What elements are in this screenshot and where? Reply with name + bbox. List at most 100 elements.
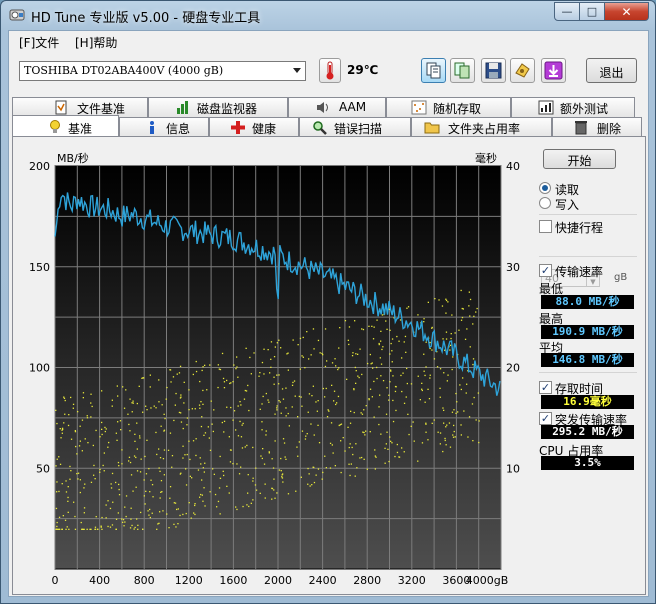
- access-time-point: [56, 422, 58, 425]
- access-time-point: [429, 374, 431, 376]
- access-time-point: [66, 526, 68, 528]
- access-time-point: [226, 406, 228, 408]
- access-time-point: [378, 406, 380, 408]
- access-time-point: [242, 422, 244, 425]
- access-time-point: [327, 409, 329, 411]
- access-time-point: [353, 389, 355, 391]
- access-time-point: [463, 410, 465, 412]
- transfer-rate-checkbox[interactable]: ✓: [539, 264, 552, 277]
- title-bar[interactable]: HD Tune 专业版 v5.00 - 硬盘专业工具 — □ ✕: [1, 1, 655, 29]
- access-time-point: [421, 442, 424, 444]
- access-time-point: [223, 420, 226, 422]
- maximize-button[interactable]: □: [580, 2, 605, 21]
- access-time-point: [407, 413, 409, 415]
- access-time-point: [319, 352, 321, 354]
- access-time-point: [247, 384, 249, 387]
- access-time-point: [279, 401, 281, 403]
- access-time-point: [77, 411, 79, 413]
- burst-rate-checkbox[interactable]: ✓: [539, 412, 552, 425]
- access-time-point: [333, 390, 336, 392]
- access-time-point: [273, 356, 276, 358]
- access-time-point: [417, 314, 419, 316]
- access-time-point: [444, 439, 446, 442]
- access-time-point: [108, 441, 110, 444]
- access-time-point: [385, 413, 388, 415]
- access-time-point: [64, 399, 66, 402]
- access-time-point: [443, 372, 445, 374]
- access-time-point: [429, 377, 431, 379]
- access-time-point: [274, 440, 276, 442]
- access-time-point: [151, 484, 154, 486]
- access-time-point: [348, 326, 351, 328]
- access-time-checkbox[interactable]: ✓: [539, 381, 552, 394]
- access-time-point: [105, 504, 107, 506]
- access-time-point: [167, 449, 170, 451]
- access-time-point: [376, 319, 378, 321]
- access-time-point: [447, 374, 449, 376]
- write-radio[interactable]: [539, 197, 551, 209]
- access-time-point: [59, 463, 62, 465]
- access-time-point: [249, 356, 251, 359]
- access-time-point: [390, 370, 392, 372]
- access-time-point: [312, 328, 315, 330]
- access-time-point: [200, 493, 202, 496]
- access-time-point: [149, 516, 151, 519]
- access-time-point: [398, 340, 400, 342]
- access-time-point: [372, 367, 374, 369]
- access-time-point: [104, 426, 106, 429]
- access-time-point: [280, 347, 282, 349]
- access-time-point: [384, 462, 386, 464]
- access-time-point: [267, 399, 269, 401]
- access-time-point: [348, 463, 350, 465]
- close-button[interactable]: ✕: [605, 2, 649, 21]
- read-radio[interactable]: [539, 182, 551, 194]
- minimize-button[interactable]: —: [554, 2, 580, 21]
- access-time-point: [55, 409, 57, 411]
- access-time-point: [173, 419, 175, 422]
- access-time-point: [322, 471, 324, 474]
- access-time-point: [202, 403, 204, 405]
- access-time-point: [445, 444, 447, 446]
- access-time-point: [132, 400, 134, 402]
- access-time-point: [423, 321, 425, 323]
- access-time-point: [461, 316, 464, 319]
- access-time-point: [204, 505, 206, 507]
- avg-value: 146.8 MB/秒: [541, 353, 634, 367]
- access-time-point: [445, 426, 447, 428]
- short-stroke-checkbox[interactable]: [539, 220, 552, 233]
- access-time-point: [90, 393, 92, 395]
- access-time-point: [354, 320, 356, 322]
- access-time-point: [263, 373, 265, 375]
- access-time-point: [361, 328, 363, 330]
- access-time-point: [298, 441, 300, 443]
- y-left-tick-label: 100: [29, 362, 50, 375]
- access-time-point: [199, 380, 201, 383]
- access-time-point: [282, 438, 285, 440]
- access-time-point: [169, 486, 172, 488]
- access-time-point: [103, 452, 105, 454]
- access-time-point: [82, 528, 84, 530]
- access-time-point: [107, 446, 109, 448]
- access-time-point: [460, 434, 462, 436]
- access-time-point: [387, 448, 389, 450]
- access-time-point: [245, 390, 248, 392]
- access-time-point: [83, 512, 85, 514]
- access-time-point: [210, 400, 212, 402]
- access-time-point: [129, 398, 131, 400]
- access-time-point: [270, 341, 273, 343]
- access-time-point: [140, 511, 142, 514]
- access-time-point: [62, 515, 64, 517]
- access-time-point: [61, 427, 64, 429]
- access-time-point: [199, 407, 201, 409]
- divider: [539, 214, 637, 215]
- access-time-point: [125, 495, 128, 497]
- access-time-point: [142, 528, 144, 530]
- access-time-point: [208, 437, 210, 439]
- access-time-point: [118, 494, 121, 496]
- access-time-point: [317, 424, 319, 426]
- access-time-point: [186, 453, 188, 456]
- access-time-point: [278, 374, 280, 376]
- start-button[interactable]: 开始: [543, 149, 616, 169]
- access-time-point: [237, 435, 240, 437]
- access-time-point: [169, 369, 172, 371]
